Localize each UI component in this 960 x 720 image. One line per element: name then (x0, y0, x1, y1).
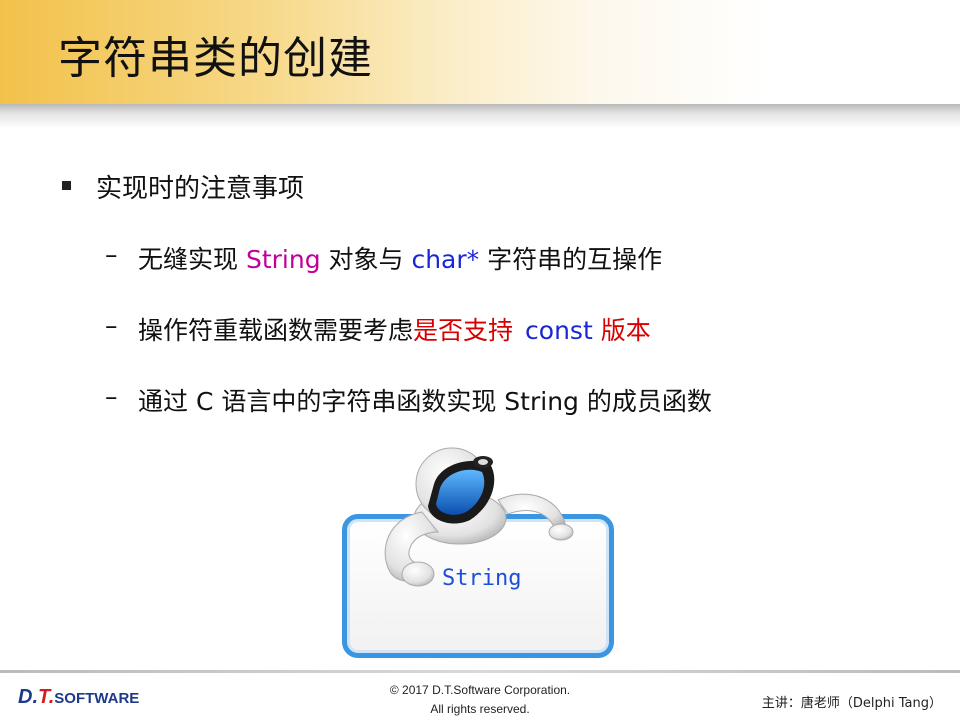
text-segment: 字符串的互操作 (479, 245, 663, 274)
keyword-string: String (245, 245, 321, 274)
presenter-credit: 主讲：唐老师（Delphi Tang） (761, 696, 942, 711)
text-segment: 无缝实现 (138, 245, 246, 274)
emphasis-text: 是否支持 (413, 316, 514, 345)
copyright-notice: © 2017 D.T.Software Corporation. All rig… (360, 681, 600, 719)
keyword-char-ptr: char* (411, 245, 480, 274)
robot-board-illustration: String (330, 440, 630, 670)
copyright-line-1: © 2017 D.T.Software Corporation. (389, 683, 571, 697)
dash-icon: – (105, 240, 118, 269)
logo-d: D. (18, 686, 38, 708)
copyright-line-2: All rights reserved. (430, 702, 530, 716)
square-bullet-icon (62, 181, 71, 190)
emphasis-text: 版本 (592, 316, 651, 345)
bullet-heading: 实现时的注意事项 (96, 174, 305, 204)
sub-bullet-3-text: 通过 C 语言中的字符串函数实现 String 的成员函数 (138, 387, 712, 416)
keyword-const: const (525, 316, 593, 345)
text-segment: 对象与 (320, 245, 412, 274)
dash-icon: – (105, 382, 118, 411)
robot-figure-icon (384, 447, 574, 587)
title-banner-shadow (0, 104, 960, 128)
footer-divider (0, 670, 960, 673)
dt-software-logo: D.T.SOFTWARE (18, 686, 139, 709)
logo-software: SOFTWARE (54, 690, 140, 707)
dash-icon: – (105, 311, 118, 340)
text-segment: 操作符重载函数需要考虑 (138, 316, 414, 345)
sub-bullet-1-text: 无缝实现 String 对象与 char* 字符串的互操作 (138, 240, 662, 276)
logo-t: T. (38, 686, 55, 708)
board-label: String (442, 566, 522, 591)
slide-title: 字符串类的创建 (58, 33, 373, 84)
sub-bullet-2-text: 操作符重载函数需要考虑是否支持 const 版本 (138, 311, 651, 347)
